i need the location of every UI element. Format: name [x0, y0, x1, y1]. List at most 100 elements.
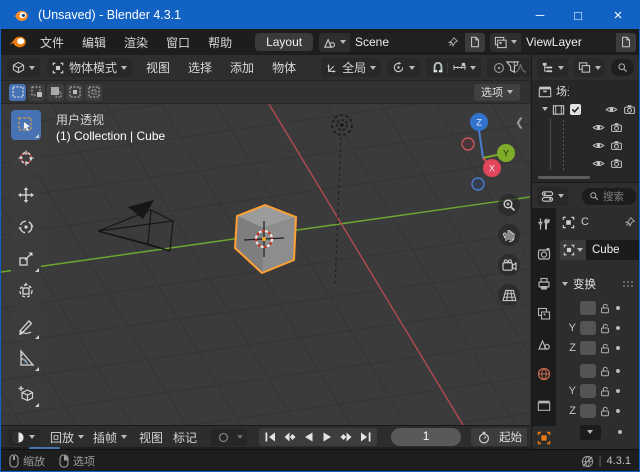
camera-view-button[interactable]: [498, 254, 520, 276]
loc-z-decorator[interactable]: [616, 346, 620, 350]
object-render-toggle[interactable]: [610, 139, 623, 152]
menu-view[interactable]: 视图: [137, 59, 179, 76]
jump-to-end-button[interactable]: [357, 432, 374, 442]
loc-x-lock[interactable]: [599, 302, 611, 314]
orthographic-toggle-button[interactable]: [498, 284, 520, 306]
tab-world[interactable]: [537, 367, 551, 381]
object-name-field[interactable]: Cube: [586, 240, 640, 260]
viewlayer-name-field[interactable]: ViewLayer: [521, 33, 615, 52]
jump-to-start-button[interactable]: [262, 432, 279, 442]
outliner-row-scene-collection[interactable]: 场景集合: [538, 83, 569, 99]
tool-scale[interactable]: [11, 244, 41, 274]
tool-select-box[interactable]: [11, 110, 41, 140]
timeline-menu-markers[interactable]: 标记: [173, 429, 197, 446]
outliner-filter-dropdown[interactable]: [574, 58, 605, 77]
navigation-gizmo[interactable]: Z Y X: [451, 108, 517, 196]
loc-z-lock[interactable]: [599, 342, 611, 354]
object-render-toggle[interactable]: [610, 157, 623, 170]
tool-rotate[interactable]: [11, 212, 41, 242]
current-frame-field[interactable]: 1: [391, 428, 461, 446]
next-keyframe-button[interactable]: [337, 432, 355, 442]
loc-x-decorator[interactable]: [616, 306, 620, 310]
loc-y-field[interactable]: [580, 321, 596, 335]
collection-hide-toggle[interactable]: [605, 103, 618, 116]
tab-render[interactable]: [537, 247, 551, 261]
tab-scene[interactable]: [537, 337, 551, 351]
orientation-dropdown[interactable]: 全局: [321, 58, 381, 77]
select-mode-invert[interactable]: [66, 84, 83, 101]
menu-window[interactable]: 窗口: [157, 34, 199, 51]
mode-dropdown[interactable]: 物体模式: [47, 58, 132, 77]
tab-output[interactable]: [537, 277, 551, 291]
object-visibility-filter[interactable]: [505, 60, 520, 75]
tab-layout[interactable]: Layout: [255, 33, 313, 51]
collection-render-toggle[interactable]: [623, 103, 636, 116]
viewlayer-type-button[interactable]: [490, 33, 521, 52]
select-mode-subtract[interactable]: [47, 84, 64, 101]
snap-settings-dropdown[interactable]: [447, 62, 478, 73]
menu-render[interactable]: 渲染: [115, 34, 157, 51]
rot-x-lock[interactable]: [599, 365, 611, 377]
outliner-row-object-1[interactable]: [592, 119, 636, 135]
tool-cursor[interactable]: [11, 143, 41, 173]
outliner-row-object-2[interactable]: [592, 137, 636, 153]
maximize-button[interactable]: □: [559, 1, 597, 29]
tool-add-cube[interactable]: [11, 379, 41, 409]
use-preview-range-toggle[interactable]: [476, 431, 492, 444]
rot-x-decorator[interactable]: [616, 369, 620, 373]
scene-name-field[interactable]: Scene: [350, 33, 464, 52]
outliner-row-object-3[interactable]: [592, 155, 636, 171]
viewlayer-new-button[interactable]: [616, 33, 636, 52]
menu-file[interactable]: 文件: [31, 34, 73, 51]
start-frame-label[interactable]: 起始: [499, 429, 522, 445]
tool-options-dropdown[interactable]: 选项: [474, 84, 520, 101]
pin-id-button[interactable]: [624, 216, 636, 228]
close-button[interactable]: ×: [597, 1, 639, 29]
select-mode-extend[interactable]: [28, 84, 45, 101]
select-mode-new[interactable]: [9, 84, 26, 101]
editor-type-button[interactable]: [7, 58, 40, 77]
object-render-toggle[interactable]: [610, 121, 623, 134]
menu-edit[interactable]: 编辑: [73, 34, 115, 51]
play-reverse-button[interactable]: [301, 432, 317, 442]
tab-tool[interactable]: [537, 217, 551, 231]
zoom-view-button[interactable]: [498, 194, 520, 216]
loc-z-field[interactable]: [580, 341, 596, 355]
object-hide-toggle[interactable]: [592, 157, 605, 170]
rot-z-lock[interactable]: [599, 405, 611, 417]
tab-view-layer[interactable]: [537, 307, 551, 321]
sidebar-collapse-arrow[interactable]: ❮: [515, 116, 524, 129]
loc-y-decorator[interactable]: [616, 326, 620, 330]
tool-annotate[interactable]: [11, 311, 41, 341]
properties-search-field[interactable]: 搜索: [582, 188, 636, 205]
timeline-editor-type-button[interactable]: [7, 429, 40, 446]
play-button[interactable]: [319, 432, 335, 442]
timeline-menu-playback[interactable]: 回放: [50, 429, 74, 446]
tool-transform[interactable]: [11, 276, 41, 306]
tab-collection[interactable]: [537, 399, 551, 412]
scene-new-button[interactable]: [465, 33, 485, 52]
properties-editor-type-button[interactable]: [537, 187, 568, 206]
object-id-dropdown[interactable]: [560, 240, 586, 260]
network-offline-icon[interactable]: [581, 455, 594, 468]
timeline-menu-view[interactable]: 视图: [139, 429, 163, 446]
outliner-display-mode[interactable]: [537, 58, 568, 77]
menu-select[interactable]: 选择: [179, 59, 221, 76]
loc-y-lock[interactable]: [599, 322, 611, 334]
rot-y-lock[interactable]: [599, 385, 611, 397]
outliner-hscrollbar[interactable]: [538, 176, 590, 179]
menu-add[interactable]: 添加: [221, 59, 263, 76]
snap-toggle[interactable]: [429, 62, 447, 74]
tab-object-active[interactable]: [532, 426, 556, 449]
minimize-button[interactable]: ─: [521, 1, 559, 29]
timeline-menu-keying[interactable]: 插帧: [93, 429, 117, 446]
titlebar[interactable]: (Unsaved) - Blender 4.3.1 ─ □ ×: [1, 1, 639, 29]
rot-x-field[interactable]: [580, 364, 596, 378]
pan-view-button[interactable]: [498, 224, 520, 246]
rotation-mode-decorator[interactable]: [618, 430, 622, 434]
rot-z-decorator[interactable]: [616, 409, 620, 413]
outliner-search[interactable]: [611, 59, 634, 76]
menu-help[interactable]: 帮助: [199, 34, 241, 51]
collection-exclude-checkbox[interactable]: [570, 104, 581, 115]
transform-panel-header[interactable]: 变换: [558, 276, 636, 292]
